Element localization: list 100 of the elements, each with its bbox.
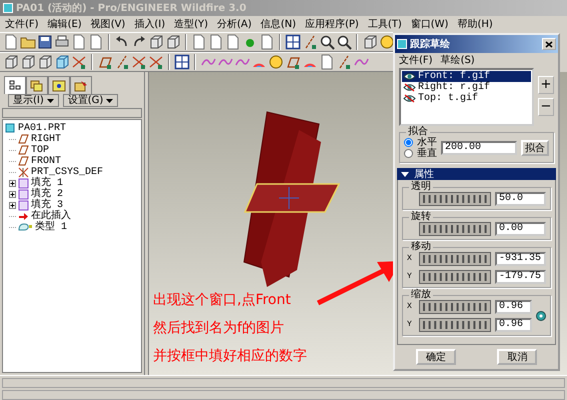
dialog-button[interactable]: 确定	[416, 349, 456, 365]
section-header[interactable]: 属性	[397, 168, 556, 180]
thumbwheel[interactable]	[419, 270, 491, 284]
zoom-icon[interactable]	[336, 34, 352, 50]
thumbwheel[interactable]	[419, 222, 491, 236]
value-field[interactable]: 200.00	[441, 141, 517, 155]
menu-item[interactable]: 应用程序(P)	[304, 18, 360, 30]
radio-label: 垂直	[417, 148, 437, 159]
value-field[interactable]: 0.96	[495, 300, 532, 314]
expand-icon[interactable]	[9, 180, 16, 187]
menu-item[interactable]: 分析(A)	[216, 18, 253, 30]
tree-item[interactable]: 填充 3	[31, 200, 64, 211]
csys-icon	[18, 167, 29, 178]
thumbwheel[interactable]	[419, 252, 491, 266]
radio-button[interactable]	[404, 138, 413, 147]
page-icon[interactable]	[259, 34, 275, 50]
expand-icon[interactable]	[9, 202, 16, 209]
cube-icon[interactable]	[148, 34, 164, 50]
value-field[interactable]: 50.0	[495, 192, 546, 206]
tree-item[interactable]: 在此插入	[31, 211, 71, 222]
cube-icon[interactable]	[20, 54, 36, 70]
menu-item[interactable]: 视图(V)	[90, 18, 126, 30]
tree-item[interactable]: 填充 2	[31, 189, 64, 200]
lock-button[interactable]	[536, 311, 546, 321]
thumbwheel[interactable]	[419, 300, 491, 314]
tree-icon	[8, 78, 22, 92]
eye-icon[interactable]	[403, 83, 416, 92]
cube-icon[interactable]	[37, 54, 53, 70]
tree-line	[9, 169, 16, 176]
group-label: 透明	[409, 181, 433, 192]
menu-item[interactable]: 插入(I)	[133, 18, 166, 30]
menu-item[interactable]: 文件(F)	[399, 54, 433, 66]
dialog-title: 跟踪草绘	[410, 38, 451, 50]
plane-icon	[18, 145, 29, 156]
eye-icon[interactable]	[403, 72, 416, 81]
menu-item[interactable]: 草绘(S)	[440, 54, 475, 66]
zoom-icon[interactable]	[319, 34, 335, 50]
thumbwheel[interactable]	[419, 318, 491, 332]
grid-icon[interactable]	[285, 34, 301, 50]
radio-button[interactable]	[404, 149, 413, 158]
value-field[interactable]: -179.75	[495, 270, 546, 284]
cube-icon[interactable]	[362, 34, 378, 50]
caret-icon	[106, 98, 114, 102]
cube-icon[interactable]	[3, 54, 19, 70]
group-label: 移动	[409, 241, 433, 252]
tree-item[interactable]: PRT_CSYS_DEF	[31, 167, 104, 178]
csys-icon[interactable]	[71, 54, 87, 70]
menu-item[interactable]: 造型(Y)	[173, 18, 210, 30]
page-icon[interactable]	[3, 34, 19, 50]
side-button[interactable]: +	[538, 76, 554, 94]
side-button[interactable]: −	[538, 98, 554, 116]
group-label: 拟合	[406, 126, 430, 137]
value-field[interactable]: 0.00	[495, 222, 546, 236]
page-icon[interactable]	[71, 34, 87, 50]
list-item[interactable]: Top: t.gif	[402, 93, 531, 104]
tree-item[interactable]: TOP	[31, 145, 50, 156]
cube-icon[interactable]	[165, 34, 181, 50]
caret-icon	[46, 98, 54, 102]
value-field[interactable]: -931.35	[495, 252, 546, 266]
fill-icon	[18, 178, 29, 189]
menu-item[interactable]: 帮助(H)	[456, 18, 494, 30]
list-item[interactable]: Front: f.gif	[402, 71, 531, 82]
menu-item[interactable]: 编辑(E)	[46, 18, 83, 30]
close-icon	[545, 40, 553, 48]
menu-item[interactable]: 文件(F)	[4, 18, 40, 30]
grid-icon[interactable]	[174, 54, 190, 70]
panel-tab[interactable]	[48, 76, 70, 94]
menu-item[interactable]: 信息(N)	[260, 18, 297, 30]
tree-item[interactable]: RIGHT	[31, 134, 62, 145]
tree-item[interactable]: 类型 1	[35, 222, 68, 233]
app-icon	[397, 39, 407, 49]
panel-tab[interactable]	[4, 76, 26, 94]
expand-icon[interactable]	[9, 191, 16, 198]
tree-line	[9, 224, 16, 231]
list-item[interactable]: Right: r.gif	[402, 82, 531, 93]
thumbwheel[interactable]	[419, 192, 491, 206]
close-button[interactable]	[542, 38, 556, 50]
page-icon[interactable]	[88, 34, 104, 50]
fill-icon	[18, 200, 29, 211]
menu-item[interactable]: 窗口(W)	[410, 18, 450, 30]
tree-item[interactable]: PA01.PRT	[18, 123, 66, 134]
page-icon[interactable]	[191, 34, 207, 50]
save-icon[interactable]	[37, 34, 53, 50]
fit-button[interactable]: 拟合	[521, 140, 549, 156]
tree-item[interactable]: 填充 1	[31, 178, 64, 189]
tree-item[interactable]: FRONT	[31, 156, 62, 167]
menu-item[interactable]: 工具(T)	[366, 18, 403, 30]
page-icon[interactable]	[208, 34, 224, 50]
window-title: PA01 (活动的) - Pro/ENGINEER Wildfire 3.0	[16, 2, 246, 14]
group-label: 旋转	[409, 211, 433, 222]
eye-icon[interactable]	[403, 94, 416, 103]
value-field[interactable]: 0.96	[495, 318, 532, 332]
fill-icon	[18, 189, 29, 200]
page-icon[interactable]	[319, 54, 335, 70]
dropdown-button[interactable]: 设置(G)	[62, 94, 118, 107]
page-icon[interactable]	[225, 34, 241, 50]
plane-icon	[18, 134, 29, 145]
dropdown-button[interactable]: 显示(I)	[8, 94, 59, 107]
dialog-button[interactable]: 取消	[497, 349, 538, 365]
sphere-icon[interactable]	[268, 54, 284, 70]
